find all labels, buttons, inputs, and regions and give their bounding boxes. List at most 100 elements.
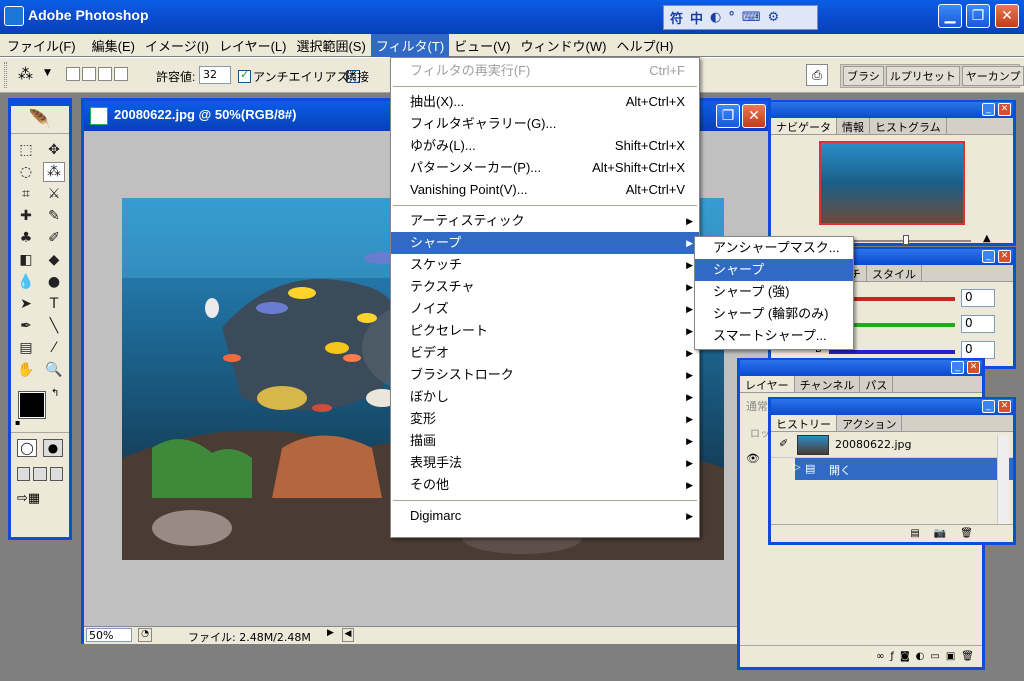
menu-item-video[interactable]: ビデオ ▶ (391, 342, 699, 364)
eyedropper-tool-icon[interactable]: ⁄ (43, 338, 65, 358)
paint-bucket-icon[interactable]: ◆ (43, 250, 65, 270)
notes-tool-icon[interactable]: ▤ (15, 338, 37, 358)
maximize-button[interactable]: ❐ (966, 4, 990, 28)
history-brush-source-icon[interactable]: ✐ (779, 437, 788, 450)
quick-mask-button[interactable]: ● (43, 439, 63, 457)
history-minimize-button[interactable]: _ (982, 400, 995, 413)
new-snapshot-icon[interactable]: 📷 (934, 528, 946, 539)
ime-punct-icon[interactable]: ° (728, 10, 735, 25)
tab-layers[interactable]: レイヤー (740, 376, 795, 392)
menu-item-render[interactable]: 描画 ▶ (391, 430, 699, 452)
zoom-slider-thumb[interactable] (903, 235, 909, 245)
intersect-selection-button[interactable] (114, 67, 128, 81)
new-selection-button[interactable] (66, 67, 80, 81)
tab-channels[interactable]: チャンネル (794, 376, 861, 392)
minimize-button[interactable]: ▁ (938, 4, 962, 28)
stamp-tool-icon[interactable]: ♣ (15, 228, 37, 248)
red-value-field[interactable]: 0 (961, 289, 995, 307)
menu-item-pixelate[interactable]: ピクセレート ▶ (391, 320, 699, 342)
lasso-tool-icon[interactable]: ◌ (15, 162, 37, 182)
magic-wand-tool-icon[interactable]: ⁂ (43, 162, 65, 182)
adjustment-layer-icon[interactable]: ◐ (916, 651, 925, 662)
tab-history[interactable]: ヒストリー (771, 415, 837, 431)
menu-help[interactable]: ヘルプ(H) (611, 34, 678, 57)
menu-item-sharpen[interactable]: シャープ ▶ (391, 232, 699, 254)
options-grip[interactable] (4, 62, 7, 88)
color-minimize-button[interactable]: _ (982, 250, 995, 263)
navigator-palette-titlebar[interactable]: _ ✕ (771, 102, 1013, 118)
history-snapshot-row[interactable]: ✐ 20080622.jpg (771, 432, 1013, 458)
brush-tool-icon[interactable]: ✎ (43, 206, 65, 226)
menu-item-distort[interactable]: 変形 ▶ (391, 408, 699, 430)
blue-value-field[interactable]: 0 (961, 341, 995, 359)
crop-tool-icon[interactable]: ⌗ (15, 184, 37, 204)
eraser-tool-icon[interactable]: ◧ (15, 250, 37, 270)
path-selection-icon[interactable]: ➤ (15, 294, 37, 314)
marquee-tool-icon[interactable]: ⬚ (15, 140, 37, 160)
status-info-icon[interactable]: ◔ (138, 628, 152, 642)
tab-actions[interactable]: アクション (837, 415, 903, 431)
layer-style-icon[interactable]: ƒ (890, 651, 894, 662)
navigator-thumbnail[interactable] (819, 141, 965, 225)
tab-styles[interactable]: スタイル (867, 265, 922, 281)
slice-tool-icon[interactable]: ⚔ (43, 184, 65, 204)
keyboard-icon[interactable]: ⌨ (742, 10, 761, 25)
foreground-color-swatch[interactable] (18, 391, 46, 419)
blue-slider-track[interactable] (829, 350, 955, 354)
screen-mode-full-button[interactable] (49, 467, 63, 481)
menu-window[interactable]: ウィンドウ(W) (516, 34, 612, 57)
menu-item-digimarc[interactable]: Digimarc ▶ (391, 505, 699, 527)
subtract-selection-button[interactable] (98, 67, 112, 81)
new-document-from-state-icon[interactable]: ▤ (910, 528, 919, 539)
menu-item-noise[interactable]: ノイズ ▶ (391, 298, 699, 320)
scroll-left-arrow-icon[interactable]: ◀ (342, 628, 354, 642)
menu-file[interactable]: ファイル(F) (2, 34, 81, 57)
menu-image[interactable]: イメージ(I) (140, 34, 214, 57)
link-layers-icon[interactable]: ∞ (876, 651, 884, 662)
line-tool-icon[interactable]: ╲ (43, 316, 65, 336)
menu-item-pattern-maker[interactable]: パターンメーカー(P)... Alt+Shift+Ctrl+X (391, 157, 699, 179)
new-layer-icon[interactable]: ▣ (946, 651, 955, 662)
menu-edit[interactable]: 編集(E) (87, 34, 140, 57)
new-group-icon[interactable]: ▭ (930, 651, 939, 662)
swap-colors-icon[interactable]: ↰ (51, 388, 59, 399)
antialias-checkbox[interactable] (238, 68, 251, 83)
green-value-field[interactable]: 0 (961, 315, 995, 333)
feather-logo-icon[interactable]: 🪶 (11, 106, 69, 134)
menu-item-liquify[interactable]: ゆがみ(L)... Shift+Ctrl+X (391, 135, 699, 157)
well-tab-layer-comps[interactable]: ヤーカンプ (961, 66, 1024, 86)
menu-item-sketch[interactable]: スケッチ ▶ (391, 254, 699, 276)
navigator-minimize-button[interactable]: _ (982, 103, 995, 116)
well-tab-brush[interactable]: ブラシ (843, 66, 884, 86)
menu-item-stylize[interactable]: 表現手法 ▶ (391, 452, 699, 474)
screen-mode-standard-button[interactable] (17, 467, 31, 481)
healing-brush-icon[interactable]: ✚ (15, 206, 37, 226)
tab-paths[interactable]: パス (860, 376, 894, 392)
dodge-tool-icon[interactable]: ● (43, 272, 65, 292)
add-selection-button[interactable] (82, 67, 96, 81)
history-state-row[interactable]: ▷ ▤ 開く (793, 458, 1013, 480)
menu-item-sharpen-basic[interactable]: シャープ (695, 259, 853, 281)
zoom-tool-icon[interactable]: 🔍 (43, 360, 65, 380)
pen-tool-icon[interactable]: ✒ (15, 316, 37, 336)
type-tool-icon[interactable]: T (43, 294, 65, 314)
menu-item-sharpen-edges[interactable]: シャープ (輪郭のみ) (695, 303, 853, 325)
ime-language-bar[interactable]: 符 中 ◐ ° ⌨ ⚙ (663, 5, 818, 30)
tab-histogram[interactable]: ヒストグラム (870, 118, 947, 134)
jump-to-imageready-icon[interactable]: ⇨▦ (11, 485, 69, 512)
layers-minimize-button[interactable]: _ (951, 361, 964, 374)
ime-chinese-icon[interactable]: 中 (690, 8, 703, 27)
doc-close-button[interactable]: ✕ (742, 104, 766, 128)
delete-state-icon[interactable]: 🗑 (960, 528, 973, 539)
status-menu-arrow-icon[interactable]: ▶ (327, 628, 339, 642)
file-browser-icon[interactable]: ⎙ (806, 64, 828, 86)
navigator-close-button[interactable]: ✕ (998, 103, 1011, 116)
history-brush-icon[interactable]: ✐ (43, 228, 65, 248)
screen-mode-full-menu-button[interactable] (33, 467, 47, 481)
well-tab-tool-presets[interactable]: ルプリセット (885, 66, 960, 86)
layer-mask-icon[interactable]: ◙ (900, 651, 910, 662)
hand-tool-icon[interactable]: ✋ (15, 360, 37, 380)
history-close-button[interactable]: ✕ (998, 400, 1011, 413)
menu-item-other[interactable]: その他 ▶ (391, 474, 699, 496)
zoom-level-field[interactable]: 50% (86, 628, 132, 642)
